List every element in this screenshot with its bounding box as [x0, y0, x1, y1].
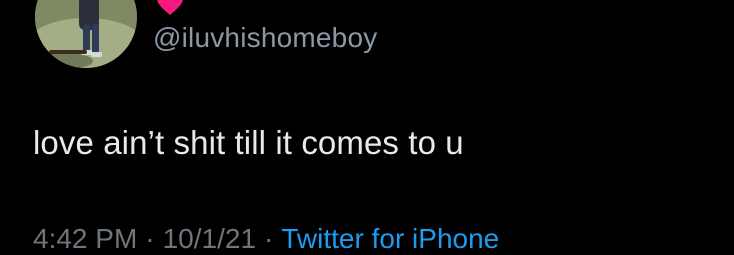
user-handle[interactable]: @iluvhishomeboy [153, 22, 377, 54]
meta-separator: · [145, 223, 155, 254]
meta-separator: · [264, 223, 274, 254]
tweet-date[interactable]: 10/1/21 [163, 223, 256, 254]
avatar-photo [35, 0, 137, 68]
tweet-source-link[interactable]: Twitter for iPhone [281, 223, 499, 254]
avatar[interactable] [35, 0, 137, 68]
tweet-card: @iluvhishomeboy love ain’t shit till it … [0, 0, 734, 254]
tweet-time[interactable]: 4:42 PM [33, 223, 137, 254]
heart-icon [157, 0, 183, 15]
tweet-meta: 4:42 PM · 10/1/21 · Twitter for iPhone [33, 223, 499, 255]
tweet-text: love ain’t shit till it comes to u [33, 124, 464, 161]
